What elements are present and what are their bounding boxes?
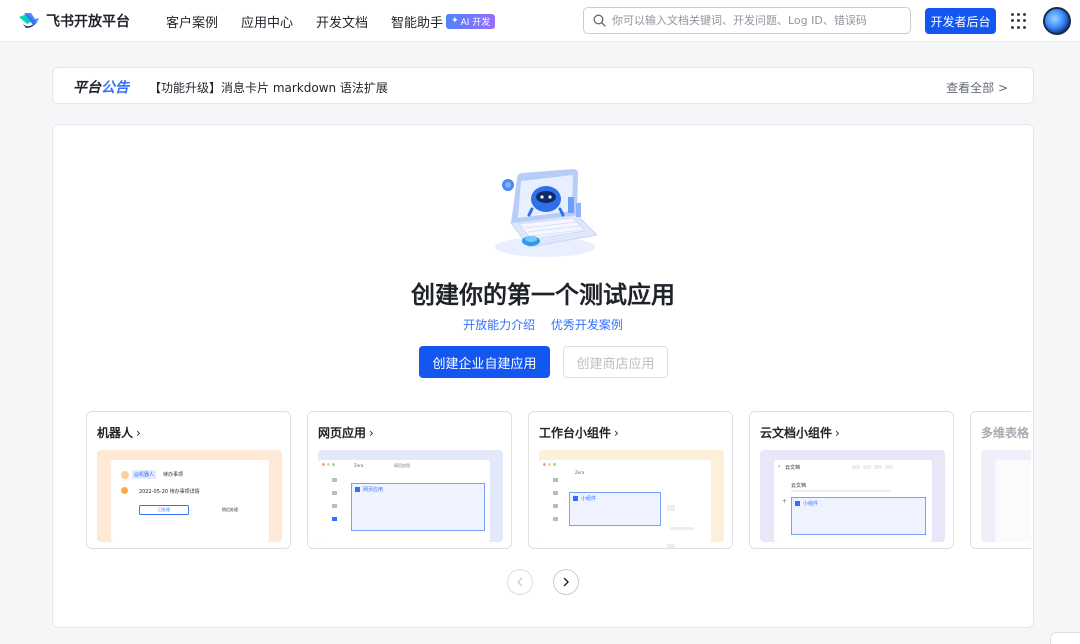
brand-name: 飞书开放平台 <box>46 14 130 30</box>
template-card-title: 网页应用 › <box>318 424 374 441</box>
template-carousel: 机器人 › @机器人 待办事项 2022-05-20 待办事项详情 已处理 稍后处… <box>86 411 1031 549</box>
template-card-title: 工作台小组件 › <box>539 424 619 441</box>
bot-preview: @机器人 待办事项 2022-05-20 待办事项详情 已处理 稍后处理 <box>97 450 282 542</box>
doc-preview-window: ‹ 云文档 云文档 + 小组件 <box>774 460 932 542</box>
template-card-title: 多维表格 <box>981 424 1029 441</box>
ai-dev-badge-label: AI 开发 <box>460 17 491 28</box>
widget-panel: 小组件 <box>569 492 661 526</box>
doc-heading: 云文档 <box>785 465 801 471</box>
web-preview-window: Zera 网页应用 网页应用 <box>318 460 490 542</box>
search-box[interactable] <box>583 7 911 34</box>
bot-later-button: 稍后处理 <box>222 507 238 512</box>
capabilities-intro-link[interactable]: 开放能力介绍 <box>463 318 535 332</box>
announcement-bar: 平台公告 【功能升级】消息卡片 markdown 语法扩展 查看全部 > <box>52 67 1034 104</box>
create-store-app-button[interactable]: 创建商店应用 <box>563 346 668 378</box>
announcement-title-prefix: 平台 <box>73 80 101 96</box>
bot-avatar-icon <box>121 471 129 479</box>
doc-add-icon: + <box>782 498 788 505</box>
sparkle-icon: ✦ <box>451 16 459 26</box>
nav-app-center[interactable]: 应用中心 <box>241 12 293 31</box>
template-card-bot[interactable]: 机器人 › @机器人 待办事项 2022-05-20 待办事项详情 已处理 稍后处… <box>86 411 291 549</box>
developer-console-button[interactable]: 开发者后台 <box>925 8 996 34</box>
web-app-preview: Zera 网页应用 网页应用 <box>318 450 503 542</box>
template-card-title: 云文档小组件 › <box>760 424 840 441</box>
app-grid-icon[interactable] <box>1011 13 1027 29</box>
view-all-link[interactable]: 查看全部 > <box>946 79 1008 96</box>
announcement-title: 平台公告 <box>73 77 129 97</box>
doc-toolbar <box>852 465 893 469</box>
chevron-left-icon <box>517 577 523 587</box>
announcement-text[interactable]: 【功能升级】消息卡片 markdown 语法扩展 <box>149 79 388 96</box>
hero-links: 开放能力介绍 优秀开发案例 <box>53 316 1033 333</box>
create-custom-app-button[interactable]: 创建企业自建应用 <box>419 346 550 378</box>
user-avatar[interactable] <box>1043 7 1071 35</box>
bot-todo-line: 2022-05-20 待办事项详情 <box>139 489 200 495</box>
top-navbar: 飞书开放平台 客户案例 应用中心 开发文档 智能助手 ✦ AI 开发 开发者后台 <box>0 0 1080 42</box>
chevron-right-icon <box>563 577 569 587</box>
dev-cases-link[interactable]: 优秀开发案例 <box>551 318 623 332</box>
template-card-title-text: 多维表格 <box>981 426 1030 440</box>
bot-mention-tag: @机器人 <box>132 470 157 479</box>
web-panel-icon <box>355 487 360 492</box>
laptop-robot-illustration <box>495 169 599 257</box>
doc-subtitle: 云文档 <box>791 483 807 489</box>
base-preview-window <box>995 460 1031 542</box>
window-dots-icon <box>322 463 335 466</box>
chevron-right-icon: › <box>614 426 619 440</box>
nav-customer-cases[interactable]: 客户案例 <box>166 12 218 31</box>
widget-tab-1: Zera <box>575 470 585 475</box>
chevron-right-icon: › <box>136 426 141 440</box>
bot-tag-text: 待办事项 <box>163 472 184 478</box>
window-dots-icon <box>543 463 556 466</box>
template-card-web-app[interactable]: 网页应用 › Zera 网页应用 网页应用 <box>307 411 512 549</box>
bot-done-button: 已处理 <box>139 505 189 515</box>
widget-preview: Zera 小组件 <box>539 450 724 548</box>
nav-ai-assistant[interactable]: 智能助手 ✦ AI 开发 <box>391 12 496 31</box>
bot-preview-window: @机器人 待办事项 2022-05-20 待办事项详情 已处理 稍后处理 <box>111 460 269 542</box>
nav-ai-assistant-label: 智能助手 <box>391 15 444 31</box>
web-app-panel: 网页应用 <box>351 483 485 531</box>
carousel-next-button[interactable] <box>553 569 579 595</box>
template-card-base[interactable]: 多维表格 <box>970 411 1031 549</box>
search-icon <box>593 14 606 27</box>
doc-widget-panel: 小组件 <box>791 497 926 535</box>
web-panel-label: 网页应用 <box>363 487 384 493</box>
back-arrow-icon: ‹ <box>778 463 781 470</box>
base-preview <box>981 450 1031 542</box>
web-tab-1: Zera <box>354 463 364 468</box>
announcement-title-suffix: 公告 <box>101 80 129 96</box>
create-app-panel: 创建你的第一个测试应用 开放能力介绍 优秀开发案例 创建企业自建应用 创建商店应… <box>52 124 1034 628</box>
bot-status-dot <box>121 487 128 494</box>
hero-title: 创建你的第一个测试应用 <box>411 281 675 309</box>
template-card-workbench-widget[interactable]: 工作台小组件 › Zera 小组件 <box>528 411 733 549</box>
nav-dev-docs[interactable]: 开发文档 <box>316 12 368 31</box>
doc-widget-preview: ‹ 云文档 云文档 + 小组件 <box>760 450 945 542</box>
template-card-title-text: 网页应用 <box>318 426 367 440</box>
floating-helper[interactable] <box>1050 632 1080 644</box>
doc-line <box>791 490 891 492</box>
web-tab-2: 网页应用 <box>394 463 410 468</box>
feishu-logo-icon <box>19 13 39 28</box>
template-card-title-text: 机器人 <box>97 426 134 440</box>
widget-sidebar <box>553 478 559 538</box>
template-card-title-text: 云文档小组件 <box>760 426 833 440</box>
main-nav: 客户案例 应用中心 开发文档 智能助手 ✦ AI 开发 <box>166 0 518 42</box>
template-card-title-text: 工作台小组件 <box>539 426 612 440</box>
search-input[interactable] <box>612 14 902 27</box>
chevron-right-icon: › <box>369 426 374 440</box>
widget-panel-label: 小组件 <box>581 496 597 502</box>
carousel-prev-button[interactable] <box>507 569 533 595</box>
chevron-right-icon: › <box>835 426 840 440</box>
widget-preview-window: Zera 小组件 <box>539 460 711 548</box>
doc-panel-icon <box>795 501 800 506</box>
widget-placeholder <box>667 496 705 548</box>
web-sidebar <box>332 478 338 538</box>
widget-panel-icon <box>573 496 578 501</box>
ai-dev-badge: ✦ AI 开发 <box>446 13 496 29</box>
template-card-title: 机器人 › <box>97 424 141 441</box>
template-card-doc-widget[interactable]: 云文档小组件 › ‹ 云文档 云文档 + 小组件 <box>749 411 954 549</box>
doc-panel-label: 小组件 <box>803 501 819 507</box>
brand[interactable]: 飞书开放平台 <box>18 10 130 32</box>
